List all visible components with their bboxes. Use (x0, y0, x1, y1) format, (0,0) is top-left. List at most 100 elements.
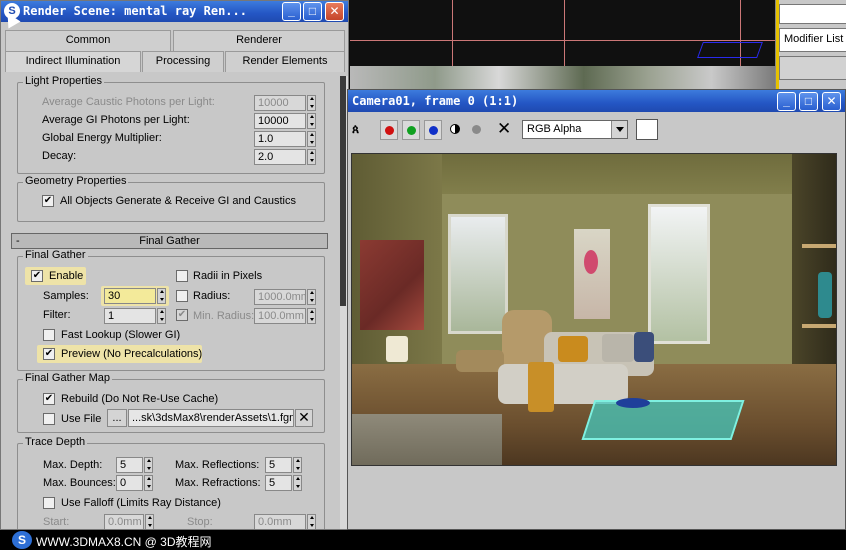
start-field[interactable]: 0.0mm (104, 514, 144, 529)
chaise (498, 364, 628, 404)
decay-spinner[interactable]: 2.0 (254, 149, 316, 165)
modifier-stack-box[interactable] (779, 56, 846, 80)
max-reflections-spinner[interactable]: 5 (265, 457, 302, 473)
spinner-arrows-icon[interactable] (307, 289, 316, 305)
chevron-down-icon[interactable] (611, 121, 627, 138)
radius-checkbox[interactable] (176, 290, 188, 302)
decay-field[interactable]: 2.0 (254, 149, 306, 165)
green-channel-toggle[interactable] (402, 120, 420, 140)
frame-close-button[interactable]: ✕ (822, 92, 841, 111)
avg-caustic-spinner[interactable]: 10000 (254, 95, 316, 111)
max-bounces-spinner[interactable]: 0 (116, 475, 153, 491)
tab-render-elements[interactable]: Render Elements (225, 51, 345, 72)
max-reflections-label: Max. Reflections: (175, 459, 260, 471)
clear-file-icon[interactable]: ✕ (295, 409, 313, 427)
collapse-icon[interactable]: - (16, 234, 20, 248)
avg-gi-label: Average GI Photons per Light: (42, 114, 190, 126)
red-channel-toggle[interactable] (380, 120, 398, 140)
radius-field[interactable]: 1000.0mm (254, 289, 306, 305)
min-radius-field[interactable]: 100.0mm (254, 308, 306, 324)
modifier-list-dropdown[interactable]: Modifier List (779, 28, 846, 52)
tab-common[interactable]: Common (5, 30, 171, 51)
display-channel-select[interactable]: RGB Alpha (522, 120, 628, 139)
display-channel-value: RGB Alpha (527, 123, 582, 135)
use-file-label: Use File (61, 413, 102, 425)
spinner-arrows-icon[interactable] (307, 131, 316, 147)
rebuild-checkbox[interactable]: ✔ (43, 393, 55, 405)
all-objects-checkbox[interactable]: ✔ (42, 195, 54, 207)
max-depth-spinner[interactable]: 5 (116, 457, 153, 473)
preview-checkbox[interactable]: ✔ (43, 348, 55, 360)
close-button[interactable]: ✕ (325, 2, 344, 21)
spinner-arrows-icon[interactable] (307, 514, 316, 529)
clear-frame-icon[interactable]: ✕ (497, 119, 511, 139)
spinner-arrows-icon[interactable] (307, 95, 316, 111)
frame-maximize-button[interactable]: □ (799, 92, 818, 111)
spinner-arrows-icon[interactable] (157, 288, 166, 304)
frame-minimize-button[interactable]: _ (777, 92, 796, 111)
max-refractions-field[interactable]: 5 (265, 475, 292, 491)
minimize-button[interactable]: _ (282, 2, 301, 21)
frame-window-titlebar[interactable]: Camera01, frame 0 (1:1) _ □ ✕ (348, 90, 845, 112)
use-falloff-checkbox[interactable] (43, 497, 55, 509)
avg-caustic-field[interactable]: 10000 (254, 95, 306, 111)
filter-field[interactable]: 1 (104, 308, 156, 324)
browse-file-button[interactable]: ... (107, 409, 127, 427)
spinner-arrows-icon[interactable] (144, 457, 153, 473)
max-depth-field[interactable]: 5 (116, 457, 143, 473)
spinner-arrows-icon[interactable] (293, 457, 302, 473)
fgm-file-path[interactable]: ...sk\3dsMax8\renderAssets\1.fgm (128, 409, 294, 427)
final-gather-rollout-header[interactable]: - Final Gather (11, 233, 328, 249)
spinner-arrows-icon[interactable] (293, 475, 302, 491)
max-refractions-spinner[interactable]: 5 (265, 475, 302, 491)
stop-field[interactable]: 0.0mm (254, 514, 306, 529)
settings-scroll-area[interactable]: Light Properties Average Caustic Photons… (5, 76, 343, 529)
spinner-arrows-icon[interactable] (307, 308, 316, 324)
dialog-titlebar[interactable]: S Render Scene: mental ray Ren... _ □ ✕ (1, 1, 348, 22)
fast-lookup-checkbox[interactable] (43, 329, 55, 341)
alpha-channel-icon[interactable] (472, 125, 481, 134)
pixel-color-swatch[interactable] (636, 119, 658, 140)
rendered-image (351, 153, 837, 466)
radii-pixels-checkbox[interactable] (176, 270, 188, 282)
min-radius-checkbox[interactable]: ✔ (176, 309, 188, 321)
preview-label: Preview (No Precalculations) (61, 348, 203, 360)
tab-indirect-illumination[interactable]: Indirect Illumination (5, 51, 141, 72)
radius-spinner[interactable]: 1000.0mm (254, 289, 316, 305)
tab-renderer[interactable]: Renderer (173, 30, 345, 51)
spinner-arrows-icon[interactable] (145, 514, 154, 529)
viewport-shaded-strip (350, 66, 775, 90)
avg-gi-spinner[interactable]: 10000 (254, 113, 316, 129)
energy-multiplier-spinner[interactable]: 1.0 (254, 131, 316, 147)
max-reflections-field[interactable]: 5 (265, 457, 292, 473)
fg-enable-label: Enable (49, 270, 84, 282)
avg-gi-field[interactable]: 10000 (254, 113, 306, 129)
channel-display-icon[interactable]: ጰ (352, 122, 359, 137)
glass-coffee-table (581, 400, 745, 440)
fg-enable-checkbox[interactable]: ✔ (31, 270, 43, 282)
samples-spinner[interactable]: 30 (104, 288, 166, 304)
energy-multiplier-field[interactable]: 1.0 (254, 131, 306, 147)
spinner-arrows-icon[interactable] (307, 113, 316, 129)
energy-multiplier-label: Global Energy Multiplier: (42, 132, 162, 144)
shelf (802, 324, 836, 328)
mono-channel-icon[interactable] (450, 124, 460, 134)
filter-label: Filter: (43, 309, 71, 321)
spinner-arrows-icon[interactable] (157, 308, 166, 324)
spinner-arrows-icon[interactable] (144, 475, 153, 491)
blue-channel-toggle[interactable] (424, 120, 442, 140)
min-radius-spinner[interactable]: 100.0mm (254, 308, 316, 324)
maximize-button[interactable]: □ (303, 2, 322, 21)
green-channel-icon (407, 126, 416, 135)
samples-field[interactable]: 30 (104, 288, 156, 304)
start-spinner[interactable]: 0.0mm (104, 514, 154, 529)
spinner-arrows-icon[interactable] (307, 149, 316, 165)
scrollbar-thumb[interactable] (340, 76, 346, 306)
filter-spinner[interactable]: 1 (104, 308, 166, 324)
use-file-checkbox[interactable] (43, 413, 55, 425)
shelf (802, 244, 836, 248)
stop-spinner[interactable]: 0.0mm (254, 514, 316, 529)
object-name-field[interactable] (779, 4, 846, 24)
tab-processing[interactable]: Processing (142, 51, 224, 72)
max-bounces-field[interactable]: 0 (116, 475, 143, 491)
